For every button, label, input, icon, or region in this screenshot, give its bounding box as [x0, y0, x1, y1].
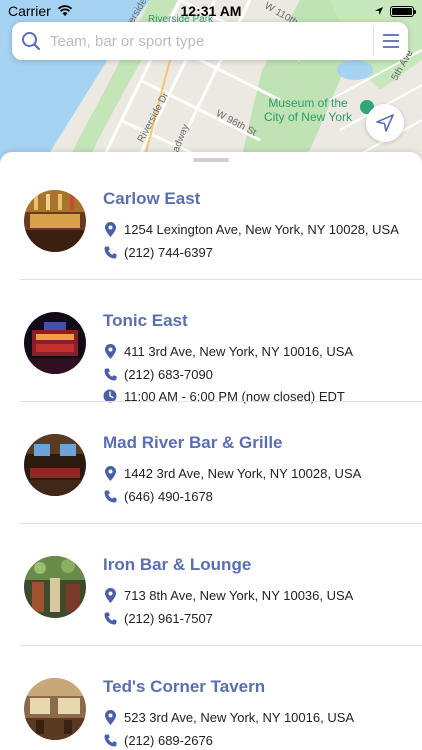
map-pin-icon	[103, 465, 117, 481]
venue-photo	[24, 312, 86, 374]
search-input[interactable]	[50, 32, 373, 50]
venue-address: 1254 Lexington Ave, New York, NY 10028, …	[124, 221, 399, 237]
map-pin-icon	[103, 587, 117, 603]
venue-list-item[interactable]: Iron Bar & Lounge 713 8th Ave, New York,…	[0, 524, 422, 646]
search-bar[interactable]	[12, 22, 408, 60]
phone-icon	[103, 610, 117, 626]
map-pin-icon	[103, 221, 117, 237]
venue-name[interactable]: Carlow East	[103, 189, 200, 209]
venue-phone-row[interactable]: (212) 689-2676	[103, 731, 213, 749]
venue-name[interactable]: Ted's Corner Tavern	[103, 677, 265, 697]
venue-list-item[interactable]: Ted's Corner Tavern 523 3rd Ave, New Yor…	[0, 646, 422, 750]
venue-phone[interactable]: (212) 744-6397	[124, 245, 213, 260]
venue-address: 523 3rd Ave, New York, NY 10016, USA	[124, 709, 355, 725]
venue-list-item[interactable]: Carlow East 1254 Lexington Ave, New York…	[0, 158, 422, 280]
venue-phone[interactable]: (646) 490-1678	[124, 489, 213, 504]
phone-icon	[103, 244, 117, 260]
venue-name[interactable]: Mad River Bar & Grille	[103, 433, 283, 453]
phone-icon	[103, 732, 117, 748]
venue-list-item[interactable]: Mad River Bar & Grille 1442 3rd Ave, New…	[0, 402, 422, 524]
venue-name[interactable]: Tonic East	[103, 311, 188, 331]
battery-icon	[390, 5, 416, 17]
venue-address-row: 411 3rd Ave, New York, NY 10016, USA	[103, 342, 353, 360]
hamburger-menu-icon	[383, 34, 399, 48]
venue-address-row: 1442 3rd Ave, New York, NY 10028, USA	[103, 464, 361, 482]
phone-icon	[103, 488, 117, 504]
venue-photo	[24, 434, 86, 496]
locate-me-button[interactable]	[366, 104, 404, 142]
search-icon	[12, 22, 50, 60]
venue-address: 411 3rd Ave, New York, NY 10016, USA	[124, 343, 354, 359]
venue-phone-row[interactable]: (212) 961-7507	[103, 609, 213, 627]
status-bar: Carrier 12:31 AM	[0, 0, 422, 22]
location-arrow-icon	[375, 7, 383, 15]
venue-address-row: 1254 Lexington Ave, New York, NY 10028, …	[103, 220, 399, 238]
phone-icon	[103, 366, 117, 382]
venue-phone-row[interactable]: (646) 490-1678	[103, 487, 213, 505]
map-pin-icon	[103, 709, 117, 725]
navigation-arrow-icon	[376, 114, 394, 132]
results-sheet[interactable]: Carlow East 1254 Lexington Ave, New York…	[0, 152, 422, 750]
venue-phone-row[interactable]: (212) 744-6397	[103, 243, 213, 261]
map-label-museum: Museum of the City of New York	[263, 96, 353, 124]
venue-phone[interactable]: (212) 689-2676	[124, 733, 213, 748]
venue-phone[interactable]: (212) 961-7507	[124, 611, 213, 626]
venue-photo	[24, 556, 86, 618]
venue-address: 713 8th Ave, New York, NY 10036, USA	[124, 587, 354, 603]
menu-button[interactable]	[374, 22, 408, 60]
carrier-label: Carrier	[8, 3, 51, 19]
venue-list-item[interactable]: Tonic East 411 3rd Ave, New York, NY 100…	[0, 280, 422, 404]
venue-address: 1442 3rd Ave, New York, NY 10028, USA	[124, 465, 362, 481]
venue-photo	[24, 190, 86, 252]
venue-photo	[24, 678, 86, 740]
venue-phone-row[interactable]: (212) 683-7090	[103, 365, 213, 383]
venue-address-row: 713 8th Ave, New York, NY 10036, USA	[103, 586, 353, 604]
map-pin-icon	[103, 343, 117, 359]
venue-name[interactable]: Iron Bar & Lounge	[103, 555, 251, 575]
wifi-icon	[57, 5, 72, 16]
venue-phone[interactable]: (212) 683-7090	[124, 367, 213, 382]
venue-address-row: 523 3rd Ave, New York, NY 10016, USA	[103, 708, 354, 726]
